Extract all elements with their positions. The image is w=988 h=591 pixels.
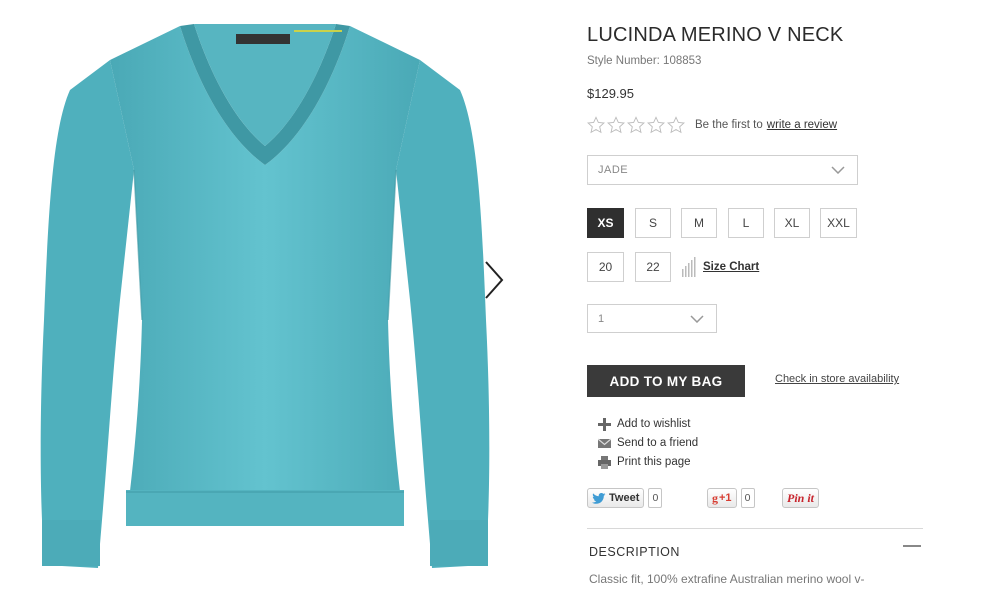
- add-to-wishlist-label: Add to wishlist: [617, 418, 691, 430]
- collapse-minus-icon[interactable]: [903, 545, 921, 547]
- envelope-icon: [598, 438, 611, 448]
- gplus-widget: g +1 0: [707, 487, 755, 509]
- chevron-down-icon: [831, 166, 845, 174]
- size-chart-link[interactable]: Size Chart: [681, 256, 759, 278]
- star-icon[interactable]: [587, 116, 605, 134]
- google-plus-label: +1: [719, 492, 732, 504]
- tweet-count: 0: [648, 488, 663, 508]
- pinterest-widget: Pin it: [782, 487, 820, 509]
- star-icon[interactable]: [627, 116, 645, 134]
- quantity-select[interactable]: 1: [587, 304, 717, 333]
- print-page-action[interactable]: Print this page: [598, 454, 691, 470]
- star-icon[interactable]: [607, 116, 625, 134]
- add-to-wishlist-action[interactable]: Add to wishlist: [598, 416, 691, 432]
- tweet-widget: Tweet 0: [587, 487, 663, 509]
- star-rating[interactable]: [587, 116, 685, 134]
- size-option-xxl[interactable]: XXL: [820, 208, 857, 238]
- write-review-link[interactable]: write a review: [767, 119, 837, 131]
- tweet-button[interactable]: Tweet: [587, 488, 645, 508]
- color-select[interactable]: JADE: [587, 155, 858, 185]
- next-image-arrow-icon[interactable]: [478, 258, 512, 302]
- chevron-down-icon: [690, 314, 704, 323]
- style-number: Style Number: 108853: [587, 55, 702, 67]
- plus-icon: [598, 417, 611, 431]
- check-store-availability-link[interactable]: Check in store availability: [775, 373, 899, 385]
- size-option-xs[interactable]: XS: [587, 208, 624, 238]
- product-price: $129.95: [587, 86, 634, 101]
- print-page-label: Print this page: [617, 456, 691, 468]
- twitter-bird-icon: [592, 492, 606, 504]
- rating-row: Be the first to write a review: [587, 116, 837, 134]
- tweet-label: Tweet: [609, 492, 640, 504]
- google-plus-icon: g: [712, 490, 718, 505]
- size-option-20[interactable]: 20: [587, 252, 624, 282]
- size-chart-label: Size Chart: [703, 261, 760, 273]
- description-heading: DESCRIPTION: [589, 545, 680, 559]
- review-prompt: Be the first to: [695, 119, 763, 131]
- send-to-friend-label: Send to a friend: [617, 437, 699, 449]
- send-to-friend-action[interactable]: Send to a friend: [598, 435, 698, 451]
- section-divider: [587, 528, 923, 529]
- printer-icon: [598, 455, 611, 469]
- pin-it-label: Pin it: [787, 490, 815, 505]
- pin-it-button[interactable]: Pin it: [782, 488, 820, 508]
- product-image-area: [0, 0, 540, 591]
- product-details: LUCINDA MERINO V NECK Style Number: 1088…: [587, 0, 927, 591]
- star-icon[interactable]: [667, 116, 685, 134]
- description-text: Classic fit, 100% extrafine Australian m…: [589, 572, 865, 586]
- quantity-select-value: 1: [598, 312, 605, 325]
- size-option-22[interactable]: 22: [635, 252, 671, 282]
- ruler-bars-icon: [682, 257, 696, 277]
- size-option-s[interactable]: S: [635, 208, 671, 238]
- size-option-xl[interactable]: XL: [774, 208, 810, 238]
- product-title: LUCINDA MERINO V NECK: [587, 24, 844, 46]
- google-plus-count: 0: [740, 488, 755, 508]
- color-select-value: JADE: [598, 164, 629, 176]
- product-image: [40, 24, 490, 568]
- google-plus-button[interactable]: g +1: [707, 488, 737, 508]
- size-option-l[interactable]: L: [728, 208, 764, 238]
- add-to-bag-button[interactable]: ADD TO MY BAG: [587, 365, 745, 397]
- star-icon[interactable]: [647, 116, 665, 134]
- size-option-m[interactable]: M: [681, 208, 717, 238]
